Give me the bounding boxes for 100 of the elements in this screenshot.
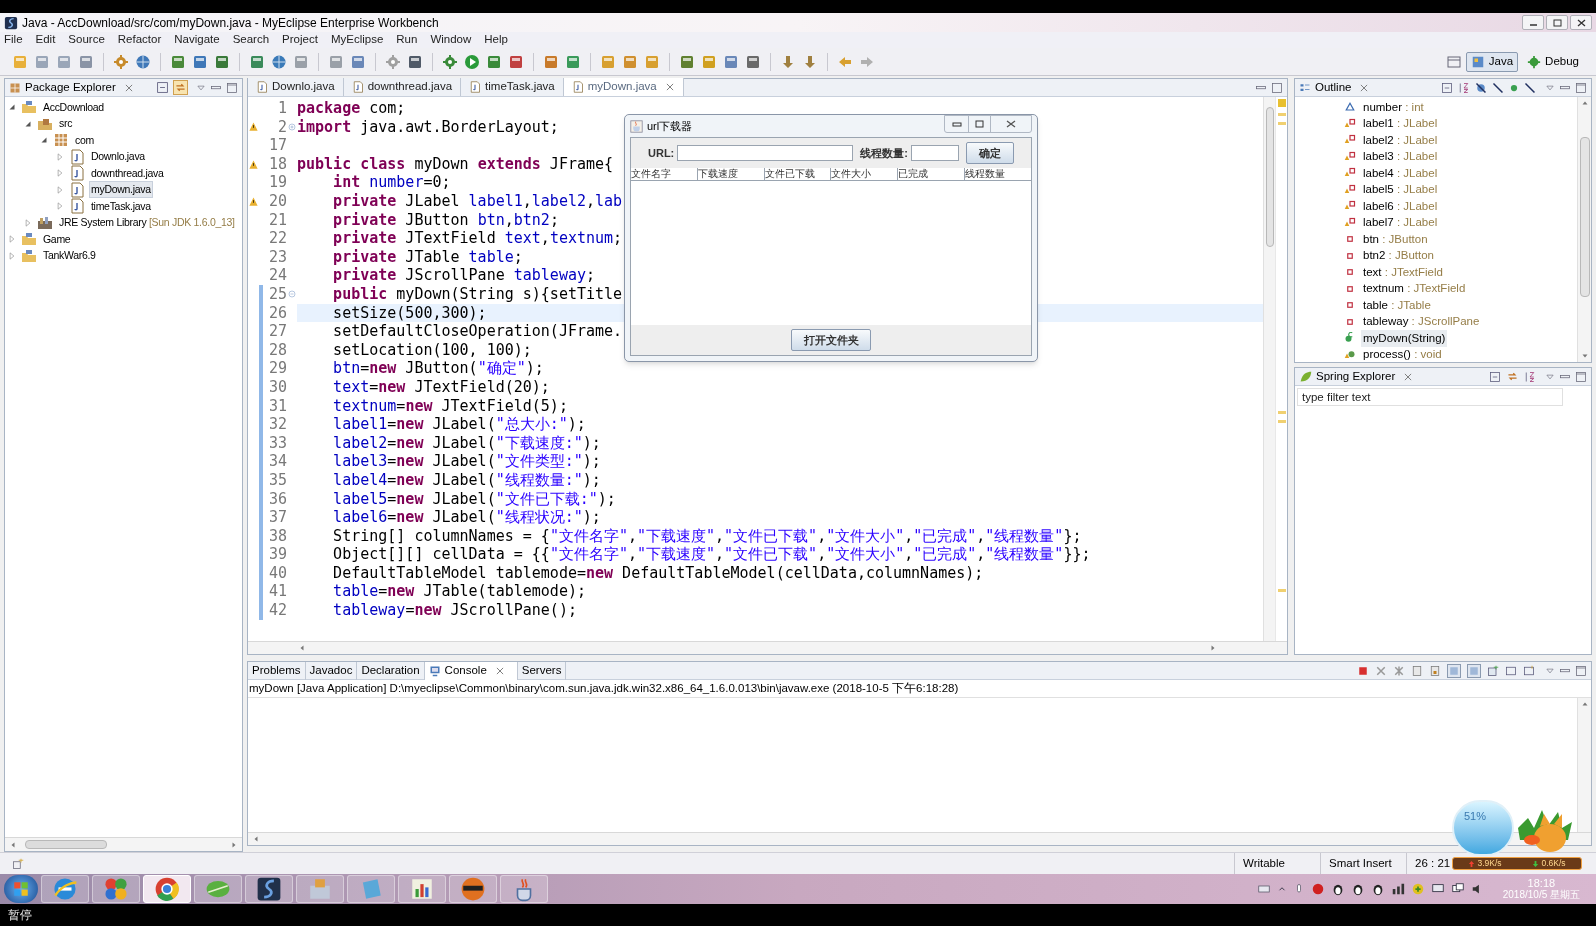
scroll-up-icon: [1580, 700, 1589, 708]
gear-icon[interactable]: [385, 53, 401, 70]
minimize-icon: [951, 121, 962, 127]
gear-icon[interactable]: [113, 53, 129, 70]
close-icon: [664, 82, 675, 92]
globe-icon[interactable]: [135, 53, 151, 70]
menu-item[interactable]: Edit: [35, 31, 56, 49]
url-field[interactable]: [677, 145, 854, 161]
outline-item[interactable]: process() : void: [1361, 346, 1444, 364]
view-tab[interactable]: Console: [424, 661, 518, 680]
expanded-arrow-icon[interactable]: [7, 102, 17, 113]
column-header[interactable]: 文件大小: [830, 168, 898, 180]
outline-item[interactable]: myDown(String): [1361, 329, 1448, 347]
column-header[interactable]: 线程数量: [964, 168, 1031, 180]
collapsed-arrow-icon[interactable]: [23, 217, 33, 228]
outline-item[interactable]: text : JTextField: [1361, 263, 1445, 281]
scrollbar-thumb[interactable]: [1265, 107, 1274, 247]
editor-tab[interactable]: downthread.java: [343, 78, 462, 96]
tiles-icon: [103, 876, 129, 902]
tree-item[interactable]: com: [73, 131, 96, 149]
record-icon: [1310, 882, 1325, 896]
tree-item[interactable]: AccDownload: [41, 98, 106, 116]
menu-item[interactable]: Help: [484, 31, 508, 49]
thread-count-field[interactable]: [910, 145, 959, 161]
column-header[interactable]: 文件名字: [631, 168, 697, 180]
outline-item[interactable]: btn2 : JButton: [1361, 247, 1436, 265]
perspective-button[interactable]: Debug: [1522, 51, 1584, 72]
code-line: tableway=new JScrollPane();: [332, 600, 577, 622]
column-header[interactable]: 已完成: [897, 168, 965, 180]
outline-item[interactable]: btn : JButton: [1361, 230, 1430, 248]
collapsed-arrow-icon[interactable]: [55, 168, 65, 179]
open-folder-button[interactable]: 打开文件夹: [791, 329, 871, 351]
tree-item[interactable]: Downlo.java: [89, 148, 147, 166]
outline-item[interactable]: label3 : JLabel: [1361, 148, 1440, 166]
outline-item[interactable]: label7 : JLabel: [1361, 214, 1440, 232]
outline-item[interactable]: textnum : JTextField: [1361, 280, 1468, 298]
column-header[interactable]: 下载速度: [696, 168, 764, 180]
outline-item[interactable]: tableway : JScrollPane: [1361, 313, 1482, 331]
open-console-icon: [1523, 664, 1535, 677]
menu-item[interactable]: Source: [68, 31, 105, 49]
scrollbar-thumb[interactable]: [25, 840, 107, 849]
start-button[interactable]: [4, 875, 38, 903]
view-tab[interactable]: Problems: [248, 661, 306, 680]
editor-tab[interactable]: myDown.java: [563, 78, 684, 96]
taskbar-button[interactable]: [449, 875, 497, 903]
collapse-all-icon: [156, 81, 169, 94]
dropdown-icon: [1545, 665, 1555, 676]
collapsed-arrow-icon[interactable]: [7, 250, 17, 261]
column-header[interactable]: 文件已下载: [763, 168, 831, 180]
java-file-icon: [69, 181, 85, 198]
confirm-button[interactable]: 确定: [965, 142, 1014, 164]
tree-item[interactable]: Game: [41, 230, 73, 248]
filter-field[interactable]: type filter text: [1297, 388, 1563, 406]
menu-item[interactable]: MyEclipse: [330, 31, 384, 49]
menu-item[interactable]: Run: [396, 31, 418, 49]
menu-item[interactable]: File: [4, 31, 23, 49]
collapsed-arrow-icon[interactable]: [55, 151, 65, 162]
package-icon: [53, 132, 69, 149]
outline-item[interactable]: label2 : JLabel: [1361, 131, 1440, 149]
outline-item[interactable]: number : int: [1361, 98, 1426, 116]
menu-item[interactable]: Search: [232, 31, 270, 49]
view-tab[interactable]: Servers: [517, 661, 567, 680]
outline-item[interactable]: label5 : JLabel: [1361, 181, 1440, 199]
scroll-up-icon: [1580, 99, 1589, 107]
close-icon: [123, 82, 134, 93]
tree-item[interactable]: src: [57, 115, 75, 133]
menu-item[interactable]: Refactor: [117, 31, 162, 49]
tree-item[interactable]: TankWar6.9: [41, 247, 98, 265]
clear-icon: [1411, 664, 1423, 677]
tree-item[interactable]: timeTask.java: [89, 197, 153, 215]
tree-item[interactable]: downthread.java: [89, 164, 166, 182]
minimize-button[interactable]: [1522, 15, 1544, 30]
perspective-button[interactable]: Java: [1465, 51, 1519, 72]
play-icon[interactable]: [464, 53, 480, 70]
outline-item[interactable]: label6 : JLabel: [1361, 197, 1440, 215]
editor-tab[interactable]: timeTask.java: [461, 78, 564, 96]
toolbox-icon: [307, 876, 333, 902]
collapsed-arrow-icon[interactable]: [55, 201, 65, 212]
outline-item[interactable]: label4 : JLabel: [1361, 164, 1440, 182]
panel-title[interactable]: Outline: [1315, 78, 1352, 97]
tree-item[interactable]: myDown.java: [89, 181, 153, 199]
page-icon[interactable]: [12, 53, 28, 70]
collapsed-arrow-icon[interactable]: [7, 234, 17, 245]
close-button[interactable]: [1570, 15, 1592, 30]
taskbar-button[interactable]: [245, 875, 293, 903]
view-tab[interactable]: Javadoc: [305, 661, 358, 680]
outline-item[interactable]: table : JTable: [1361, 296, 1433, 314]
view-tab[interactable]: Declaration: [357, 661, 425, 680]
menu-item[interactable]: Window: [430, 31, 472, 49]
scrollbar-thumb[interactable]: [1579, 137, 1590, 297]
collapsed-arrow-icon[interactable]: [55, 184, 65, 195]
expanded-arrow-icon[interactable]: [39, 135, 49, 146]
globe-icon[interactable]: [271, 53, 287, 70]
editor-tab[interactable]: Downlo.java: [248, 78, 344, 96]
window-title: Java - AccDownload/src/com/myDown.java - MyEclipse Enterprise Workbench: [22, 14, 439, 32]
menu-item[interactable]: Navigate: [174, 31, 220, 49]
close-icon: [1576, 18, 1586, 27]
menu-item[interactable]: Project: [282, 31, 318, 49]
outline-item[interactable]: label1 : JLabel: [1361, 115, 1440, 133]
tree-item[interactable]: JRE System Library [Sun JDK 1.6.0_13]: [57, 214, 237, 232]
